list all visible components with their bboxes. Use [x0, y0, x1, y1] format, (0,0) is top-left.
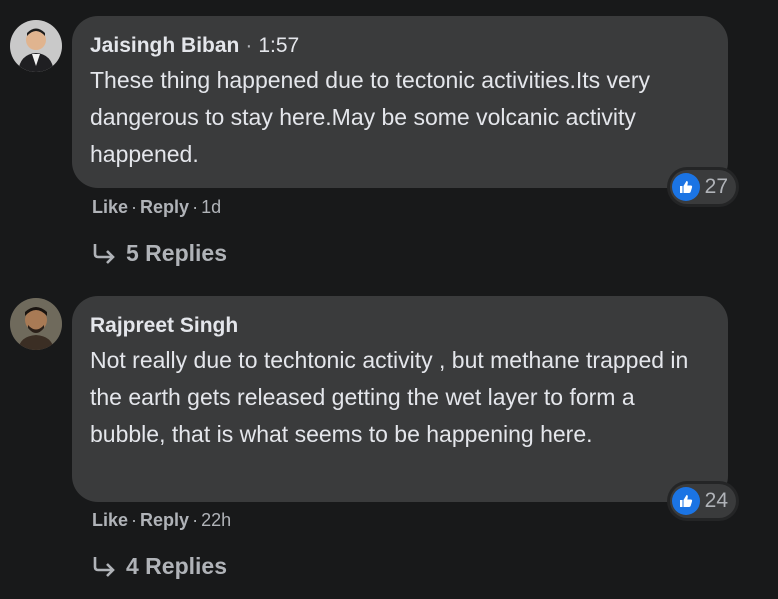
comment-actions: Like · Reply · 22h	[92, 510, 231, 531]
thumbs-up-icon	[671, 173, 700, 201]
reaction-count: 24	[704, 489, 728, 512]
separator: ·	[131, 197, 138, 217]
separator: ·	[192, 510, 199, 530]
reaction-badge[interactable]: 24	[669, 484, 736, 518]
comment-text: These thing happened due to tectonic act…	[90, 67, 650, 167]
reaction-badge[interactable]: 27	[669, 170, 736, 204]
author-name[interactable]: Rajpreet Singh	[90, 314, 238, 337]
comment-bubble: Rajpreet Singh Not really due to techton…	[72, 296, 736, 518]
reply-link[interactable]: Reply	[140, 510, 189, 530]
comment-bubble: Jaisingh Biban · 1:57 These thing happened…	[72, 16, 736, 204]
timestamp: 1:57	[258, 34, 300, 57]
comment-age: 1d	[201, 197, 222, 217]
replies-label: 4 Replies	[126, 553, 227, 579]
comment-header: Rajpreet Singh	[90, 312, 710, 340]
reply-arrow-icon	[93, 243, 115, 264]
reply-arrow-icon	[93, 556, 115, 577]
separator: ·	[245, 34, 253, 57]
reaction-count: 27	[704, 175, 728, 198]
separator: ·	[192, 197, 199, 217]
avatar[interactable]	[10, 298, 62, 350]
separator: ·	[131, 510, 138, 530]
like-link[interactable]: Like	[92, 510, 128, 530]
like-link[interactable]: Like	[92, 197, 128, 217]
view-replies-button[interactable]: 5 Replies	[92, 240, 227, 267]
thumbs-up-icon	[671, 487, 700, 515]
view-replies-button[interactable]: 4 Replies	[92, 553, 227, 580]
reply-link[interactable]: Reply	[140, 197, 189, 217]
avatar[interactable]	[10, 20, 62, 72]
comment-actions: Like · Reply · 1d	[92, 197, 221, 218]
comment-header: Jaisingh Biban · 1:57	[90, 32, 710, 60]
replies-label: 5 Replies	[126, 240, 227, 266]
author-name[interactable]: Jaisingh Biban	[90, 34, 239, 57]
comment-age: 22h	[201, 510, 232, 530]
comment-text: Not really due to techtonic activity , b…	[90, 347, 689, 447]
